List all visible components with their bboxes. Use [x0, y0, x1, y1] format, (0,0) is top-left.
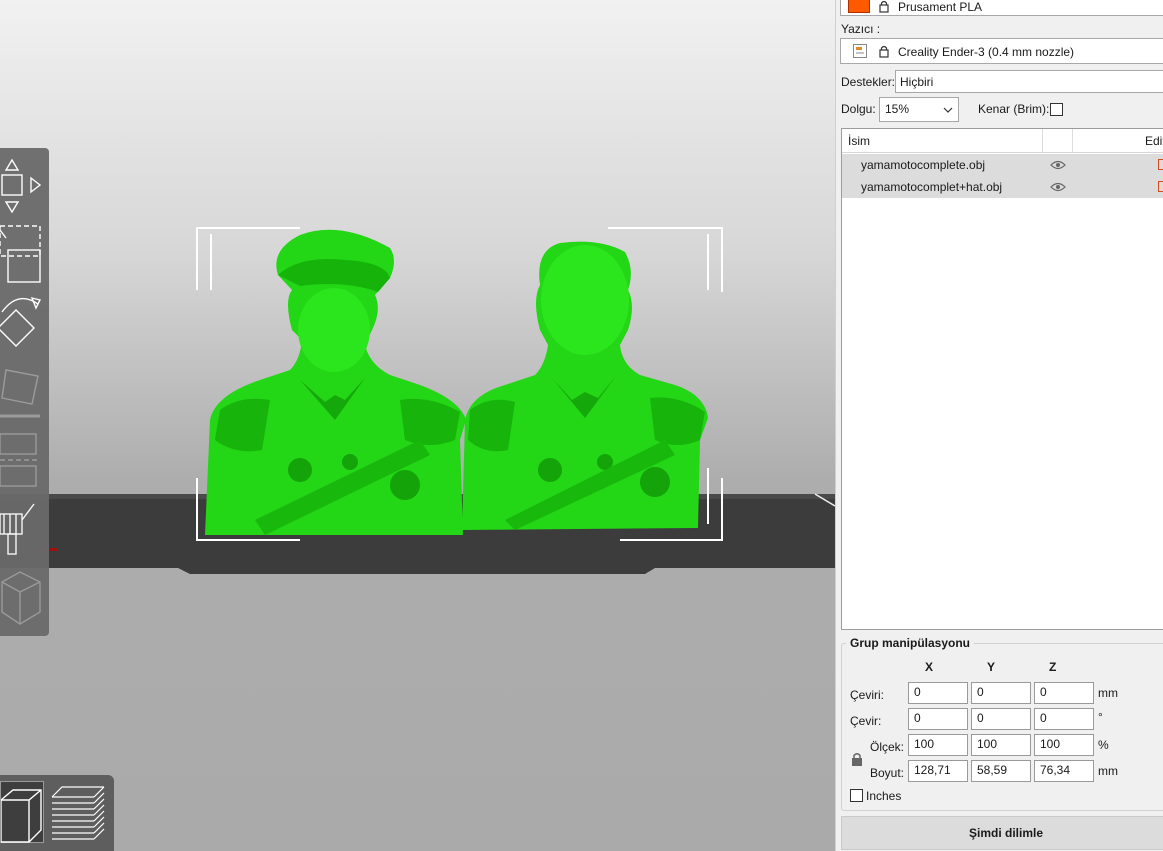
brim-label: Kenar (Brim):: [978, 102, 1050, 116]
layers-icon: [51, 786, 105, 840]
size-x-field[interactable]: 128,71: [908, 760, 968, 782]
supports-label: Destekler:: [841, 75, 896, 89]
brim-checkbox[interactable]: [1050, 103, 1063, 116]
filament-color-swatch: [848, 0, 870, 13]
rotate-icon: [0, 296, 42, 347]
cube-icon: [1, 571, 41, 625]
scale-tool-button[interactable]: [0, 222, 49, 288]
edit-icon[interactable]: [1158, 159, 1163, 170]
printer-combo[interactable]: Creality Ender-3 (0.4 mm nozzle): [840, 38, 1163, 64]
infill-combo[interactable]: 15%: [879, 97, 959, 122]
axis-z-label: Z: [1049, 660, 1057, 674]
column-name-header[interactable]: İsim: [848, 134, 870, 148]
3d-cube-icon: [0, 789, 42, 843]
cut-icon: [0, 433, 40, 487]
object-name: yamamotocomplete.obj: [861, 158, 986, 172]
printer-label: Yazıcı :: [841, 22, 881, 36]
inches-checkbox[interactable]: [850, 789, 863, 802]
size-z-field[interactable]: 76,34: [1034, 760, 1094, 782]
column-edit-header[interactable]: Edit: [1145, 134, 1163, 148]
edit-icon[interactable]: [1158, 181, 1163, 192]
object-list: İsim Edit yamamotocomplete.obj yamamotoc…: [841, 128, 1163, 630]
scale-x-field[interactable]: 100: [908, 734, 968, 756]
place-on-face-button[interactable]: [0, 362, 49, 428]
seam-painting-button[interactable]: [0, 568, 49, 634]
3d-viewport[interactable]: [0, 0, 835, 851]
size-unit: mm: [1098, 764, 1118, 778]
axis-y-label: Y: [987, 660, 996, 674]
object-name: yamamotocomplet+hat.obj: [861, 180, 1003, 194]
axis-x-label: X: [925, 660, 934, 674]
rotation-label: Çevir:: [850, 714, 882, 728]
rotation-z-field[interactable]: 0: [1034, 708, 1094, 730]
infill-value: 15%: [885, 102, 910, 116]
model-bust-no-hat[interactable]: [462, 241, 708, 530]
size-label: Boyut:: [870, 766, 905, 780]
position-unit: mm: [1098, 686, 1118, 700]
cut-tool-button[interactable]: [0, 428, 49, 494]
left-toolbar: [0, 148, 49, 636]
place-on-face-icon: [0, 369, 40, 418]
lock-icon: [879, 45, 889, 58]
scene-canvas[interactable]: [0, 0, 835, 851]
rotation-x-field[interactable]: 0: [908, 708, 968, 730]
slice-now-button[interactable]: Şimdi dilimle: [841, 816, 1163, 850]
rotation-unit: °: [1098, 710, 1103, 724]
settings-panel: Prusament PLA Yazıcı : Creality Ender-3 …: [835, 0, 1163, 851]
position-y-field[interactable]: 0: [971, 682, 1031, 704]
preview-layers-button[interactable]: [48, 781, 108, 843]
supports-value: Hiçbiri: [900, 75, 934, 89]
scale-label: Ölçek:: [870, 740, 905, 754]
rotate-tool-button[interactable]: [0, 292, 49, 358]
lock-icon: [879, 0, 889, 13]
object-row[interactable]: yamamotocomplet+hat.obj: [842, 176, 1163, 198]
view-toolbar: [0, 775, 114, 851]
chevron-down-icon: [943, 107, 953, 113]
rotation-y-field[interactable]: 0: [971, 708, 1031, 730]
printer-name: Creality Ender-3 (0.4 mm nozzle): [898, 45, 1075, 59]
inches-label: Inches: [866, 789, 902, 803]
group-manipulation-title: Grup manipülasyonu: [846, 636, 975, 650]
size-y-field[interactable]: 58,59: [971, 760, 1031, 782]
model-bust-with-hat[interactable]: [205, 229, 466, 535]
lock-scale-icon[interactable]: [851, 752, 863, 767]
move-tool-button[interactable]: [0, 152, 49, 218]
paint-brush-icon: [0, 503, 35, 555]
3d-view-button[interactable]: [0, 781, 44, 843]
paint-supports-button[interactable]: [0, 502, 49, 568]
position-label: Çeviri:: [850, 688, 885, 702]
infill-label: Dolgu:: [841, 102, 876, 116]
eye-icon[interactable]: [1050, 182, 1066, 192]
eye-icon[interactable]: [1050, 160, 1066, 170]
scale-unit: %: [1098, 738, 1109, 752]
scale-z-field[interactable]: 100: [1034, 734, 1094, 756]
filament-combo[interactable]: Prusament PLA: [840, 0, 1163, 16]
move-arrows-icon: [1, 158, 42, 214]
object-row[interactable]: yamamotocomplete.obj: [842, 154, 1163, 176]
supports-combo[interactable]: Hiçbiri: [895, 70, 1163, 93]
scale-icon: [0, 225, 41, 283]
position-x-field[interactable]: 0: [908, 682, 968, 704]
scale-y-field[interactable]: 100: [971, 734, 1031, 756]
filament-name: Prusament PLA: [898, 0, 983, 14]
printer-icon: [853, 44, 867, 58]
object-list-header: İsim Edit: [842, 129, 1163, 153]
position-z-field[interactable]: 0: [1034, 682, 1094, 704]
